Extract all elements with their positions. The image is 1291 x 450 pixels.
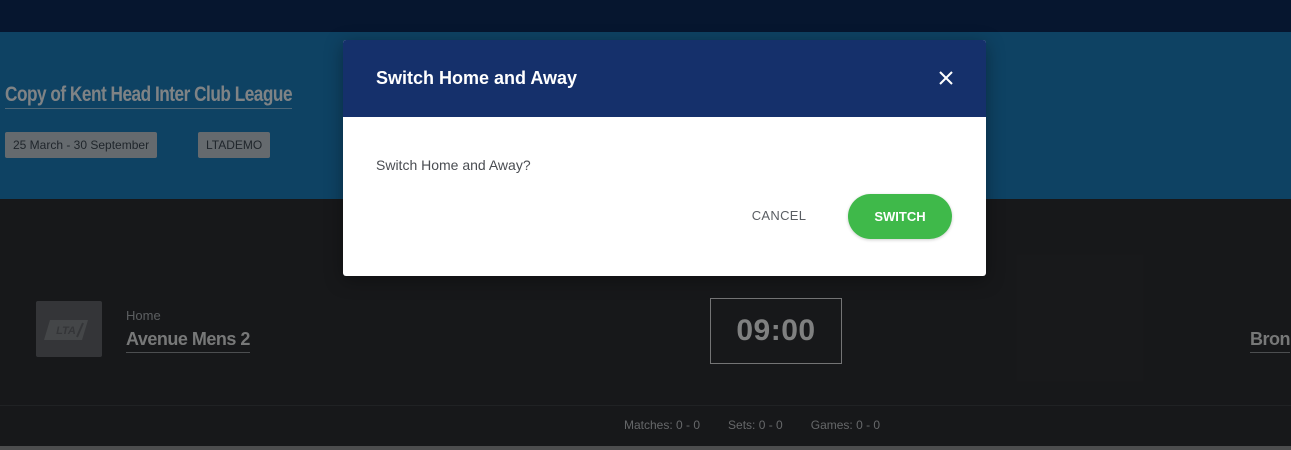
cancel-button[interactable]: CANCEL (737, 197, 821, 233)
dialog-message: Switch Home and Away? (376, 157, 531, 173)
switch-button[interactable]: SWITCH (848, 194, 952, 239)
close-button[interactable] (932, 64, 960, 92)
page: Copy of Kent Head Inter Club League 25 M… (0, 0, 1291, 450)
switch-home-away-dialog: Switch Home and Away Switch Home and Awa… (343, 40, 986, 276)
dialog-header: Switch Home and Away (343, 40, 986, 117)
close-icon (939, 71, 953, 85)
dialog-title: Switch Home and Away (376, 68, 578, 88)
